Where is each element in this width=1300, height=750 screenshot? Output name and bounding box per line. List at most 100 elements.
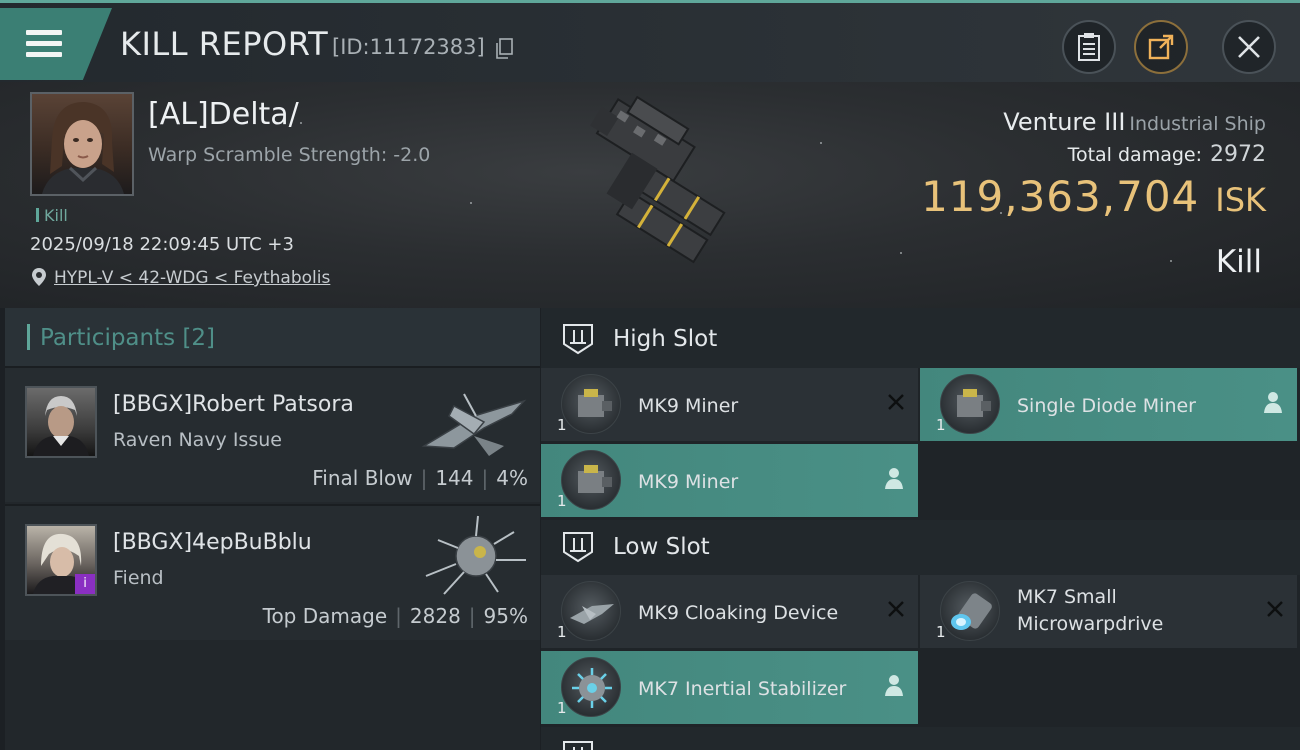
share-button[interactable] — [1134, 20, 1188, 74]
ship-name: Venture III — [1003, 108, 1126, 136]
close-button[interactable] — [1222, 20, 1276, 74]
copy-icon[interactable] — [496, 38, 513, 59]
avatar-image — [33, 396, 89, 456]
module-name: MK7 Inertial Stabilizer — [638, 678, 847, 700]
participants-panel: Participants [2] [BBGX]Robert Patsora Ra… — [5, 308, 540, 750]
module-name-line1: MK7 Small — [1017, 586, 1117, 608]
module-item[interactable]: 1 Single Diode Miner — [920, 368, 1297, 441]
clipboard-button[interactable] — [1062, 20, 1116, 74]
raven-navy-issue-icon — [421, 393, 527, 456]
module-item[interactable]: 1 MK7 Inertial Stabilizer — [541, 651, 918, 724]
participant-damage: 144 — [435, 466, 474, 490]
low-slot-title: Low Slot — [613, 534, 710, 560]
participant-stats: Top Damage | 2828 | 95% — [262, 604, 528, 628]
low-slot-grid: 1 MK9 Cloaking Device 1 MK7 Small Microw… — [541, 575, 1300, 727]
module-item[interactable]: 1 MK7 Small Microwarpdrive — [920, 575, 1297, 648]
ship-render-icon — [590, 95, 726, 264]
total-damage-value: 2972 — [1210, 142, 1266, 167]
module-name: MK9 Miner — [638, 471, 739, 493]
module-name: MK9 Cloaking Device — [638, 602, 839, 624]
victim-name[interactable]: [AL]Delta/ — [148, 97, 299, 132]
location-pin-icon — [32, 268, 46, 286]
miner-icon — [940, 374, 1000, 434]
miner-icon — [561, 374, 621, 434]
report-id: [ID:11172383] — [332, 35, 485, 59]
mid-slot-icon — [563, 741, 593, 750]
participants-count: [2] — [182, 325, 216, 351]
info-badge[interactable]: i — [75, 574, 95, 594]
participant-name[interactable]: [BBGX]4epBuBblu — [113, 530, 312, 555]
module-quantity: 1 — [936, 416, 946, 434]
participant-row[interactable]: i [BBGX]4epBuBblu Fiend Top Damage | 2828 |… — [5, 504, 540, 640]
share-icon — [1148, 34, 1174, 60]
stabilizer-icon — [561, 657, 621, 717]
header-accent-bar — [27, 324, 30, 350]
header-bar: KILL REPORT [ID:11172383] — [0, 0, 1300, 82]
module-name: Single Diode Miner — [1017, 395, 1196, 417]
module-item[interactable]: 1 MK9 Miner — [541, 368, 918, 441]
menu-button[interactable] — [0, 8, 112, 80]
participant-ship: Raven Navy Issue — [113, 429, 282, 451]
destroyed-icon — [1267, 601, 1283, 617]
mwd-icon — [940, 581, 1000, 641]
location-link[interactable]: HYPL-V < 42-WDG < Feythabolis — [54, 268, 330, 288]
destroyed-icon — [888, 394, 904, 410]
high-slot-icon — [563, 324, 593, 355]
module-name: MK9 Miner — [638, 395, 739, 417]
participant-role: Top Damage — [262, 604, 388, 628]
participant-damage: 2828 — [409, 604, 461, 628]
high-slot-grid: 1 MK9 Miner 1 Single Diode Miner 1 MK9 M… — [541, 368, 1300, 520]
close-icon — [1238, 36, 1260, 58]
ship-class: Industrial Ship — [1129, 113, 1266, 135]
total-damage-label: Total damage: — [1067, 144, 1202, 166]
high-slot-title: High Slot — [613, 326, 718, 352]
avatar[interactable] — [25, 386, 97, 458]
low-slot-icon — [563, 532, 593, 563]
participants-title: Participants [2] — [40, 325, 215, 351]
module-item[interactable]: 1 MK9 Cloaking Device — [541, 575, 918, 648]
participant-percent: 4% — [496, 466, 528, 490]
dropped-pilot-icon — [885, 675, 903, 696]
module-item[interactable]: 1 MK9 Miner — [541, 444, 918, 517]
destroyed-icon — [888, 601, 904, 617]
miner-icon — [561, 450, 621, 510]
isk-loss: 119,363,704 ISK — [921, 172, 1266, 221]
portrait-image — [42, 102, 124, 194]
module-quantity: 1 — [557, 416, 567, 434]
cloak-icon — [561, 581, 621, 641]
kill-tag: Kill — [36, 206, 68, 225]
module-quantity: 1 — [557, 492, 567, 510]
participant-name[interactable]: [BBGX]Robert Patsora — [113, 392, 354, 417]
participant-ship: Fiend — [113, 567, 164, 589]
result-label: Kill — [1215, 244, 1262, 280]
module-quantity: 1 — [557, 699, 567, 717]
module-name: MK7 Small Microwarpdrive — [1017, 584, 1163, 638]
fiend-icon — [425, 515, 526, 595]
participant-percent: 95% — [483, 604, 528, 628]
participant-role: Final Blow — [312, 466, 413, 490]
warp-scramble-strength: Warp Scramble Strength: -2.0 — [148, 144, 431, 166]
victim-banner: [AL]Delta/ Warp Scramble Strength: -2.0 … — [0, 82, 1300, 308]
participants-label: Participants — [40, 325, 176, 351]
page-title: KILL REPORT — [120, 25, 329, 63]
kill-datetime: 2025/09/18 22:09:45 UTC +3 — [30, 234, 294, 255]
participant-row[interactable]: [BBGX]Robert Patsora Raven Navy Issue Fi… — [5, 366, 540, 502]
victim-portrait[interactable] — [30, 92, 134, 196]
total-damage: Total damage: 2972 — [1068, 142, 1266, 167]
avatar[interactable]: i — [25, 524, 97, 596]
module-name-line2: Microwarpdrive — [1017, 613, 1164, 635]
participant-stats: Final Blow | 144 | 4% — [312, 466, 528, 490]
module-quantity: 1 — [936, 623, 946, 641]
mid-slot-header — [541, 727, 1300, 750]
fitting-panel[interactable]: High Slot 1 MK9 Miner 1 Single Diode Min… — [541, 308, 1300, 750]
participants-header: Participants [2] — [5, 308, 540, 366]
module-quantity: 1 — [557, 623, 567, 641]
low-slot-header: Low Slot — [541, 520, 1300, 575]
hamburger-icon — [26, 30, 62, 58]
dropped-pilot-icon — [885, 468, 903, 489]
isk-value: 119,363,704 — [921, 172, 1200, 221]
victim-ship[interactable]: Venture III Industrial Ship — [1003, 108, 1266, 136]
clipboard-icon — [1078, 33, 1100, 61]
isk-unit: ISK — [1215, 181, 1266, 219]
dropped-pilot-icon — [1264, 392, 1282, 413]
